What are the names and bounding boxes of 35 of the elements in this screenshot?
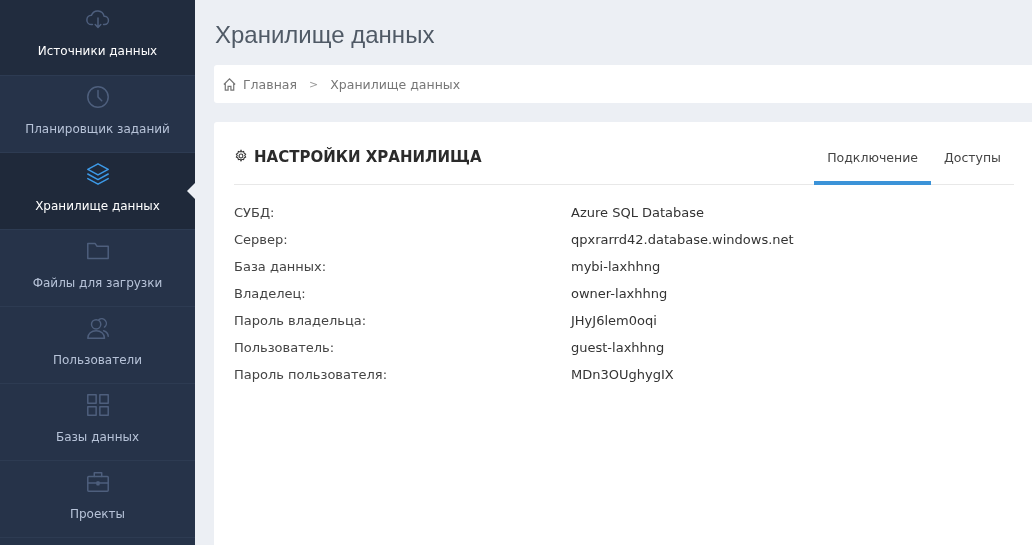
field-label: Пароль пользователя: (234, 367, 389, 382)
sidebar-item[interactable]: Проекты (0, 461, 195, 538)
breadcrumb-link[interactable]: Главная (243, 76, 297, 92)
breadcrumb-separator: > (309, 77, 319, 91)
grid-icon (84, 392, 111, 418)
active-pointer (187, 183, 195, 199)
tab[interactable]: Доступы (931, 150, 1014, 185)
field-value: mybi-laxhhng (571, 259, 662, 274)
settings-icon (234, 149, 248, 163)
field-label: Пароль владельца: (234, 313, 368, 328)
sidebar-item[interactable]: Источники данных (0, 0, 195, 76)
sidebar-item[interactable]: Базы данных (0, 384, 195, 461)
field-label: Владелец: (234, 286, 307, 301)
field-label: Сервер: (234, 232, 289, 247)
field-value: guest-laxhhng (571, 340, 666, 355)
tab[interactable]: Подключение (814, 150, 931, 185)
clock-icon (84, 84, 111, 110)
field-value: MDn3OUghygIX (571, 367, 675, 382)
field-value: qpxrarrd42.database.windows.net (571, 232, 795, 247)
home-icon (222, 76, 237, 92)
field-label: Пользователь: (234, 340, 336, 355)
breadcrumb-current: Хранилище данных (330, 76, 461, 92)
page-title: Хранилище данных (215, 21, 436, 49)
users-icon (84, 315, 111, 341)
field-value: Azure SQL Database (571, 205, 706, 220)
field-value: JHyJ6lem0oqi (571, 313, 658, 328)
layers-icon (84, 161, 111, 187)
sidebar-item[interactable]: Пользователи (0, 307, 195, 384)
sidebar-item[interactable]: Файлы для загрузки (0, 230, 195, 307)
briefcase-icon (84, 469, 111, 495)
sidebar-item[interactable]: Хранилище данных (0, 153, 195, 230)
field-label: СУБД: (234, 205, 276, 220)
field-value: owner-laxhhng (571, 286, 669, 301)
field-label: База данных: (234, 259, 328, 274)
panel-title: НАСТРОЙКИ ХРАНИЛИЩА (254, 148, 482, 166)
